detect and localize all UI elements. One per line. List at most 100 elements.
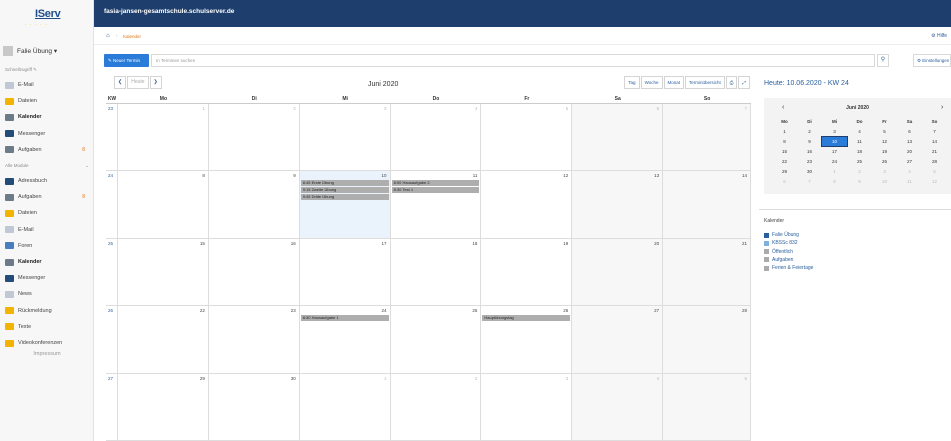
mini-day[interactable]: 30 — [797, 167, 822, 176]
day-cell[interactable]: 8 — [118, 171, 209, 238]
day-cell[interactable]: 12 — [481, 171, 573, 238]
day-cell[interactable]: 17 — [300, 238, 391, 306]
mini-day[interactable]: 4 — [847, 127, 872, 136]
calendar-list-item[interactable]: KBSSc 832 — [764, 240, 798, 246]
day-cell[interactable]: 20 — [572, 238, 664, 306]
day-cell[interactable]: 26 Hauptübungstag — [481, 306, 573, 373]
mini-day[interactable]: 9 — [847, 177, 872, 186]
mini-day[interactable]: 12 — [922, 177, 947, 186]
week-number[interactable]: 24 — [106, 171, 118, 238]
day-cell[interactable]: 14 — [663, 171, 751, 238]
day-cell[interactable]: 28 — [663, 306, 751, 373]
mini-day[interactable]: 16 — [797, 147, 822, 156]
sidebar-item-messenger[interactable]: Messenger — [5, 128, 89, 140]
calendar-list-item[interactable]: Aufgaben — [764, 257, 793, 263]
mini-day[interactable]: 2 — [847, 167, 872, 176]
sidebar-item-r-ckmeldung[interactable]: Rückmeldung — [5, 305, 89, 317]
user-menu[interactable]: Falie Übung ▾ — [3, 44, 91, 58]
next-month-button[interactable]: ❯ — [149, 76, 162, 89]
day-cell[interactable]: 1 — [118, 104, 209, 171]
sidebar-item-news[interactable]: News — [5, 288, 89, 300]
sidebar-item-dateien[interactable]: Dateien — [5, 95, 89, 107]
week-number[interactable]: 26 — [106, 306, 118, 373]
day-cell[interactable]: 13 — [572, 171, 664, 238]
calendar-event[interactable]: 8:45 Erste Übung — [300, 180, 389, 187]
day-cell[interactable]: 2 — [209, 104, 300, 171]
view-button-5[interactable]: ⤢ — [738, 76, 750, 89]
mini-day[interactable]: 6 — [897, 127, 922, 136]
mini-day[interactable]: 20 — [897, 147, 922, 156]
day-cell[interactable]: 29 — [118, 373, 209, 440]
mini-day[interactable]: 17 — [822, 147, 847, 156]
calendar-event[interactable]: Hauptübungstag — [482, 315, 571, 322]
week-number[interactable]: 23 — [106, 104, 118, 171]
mini-day[interactable]: 10 — [872, 177, 897, 186]
day-cell[interactable]: 22 — [118, 306, 209, 373]
mini-day[interactable]: 24 — [822, 157, 847, 166]
sidebar-item-videokonferenzen[interactable]: Videokonferenzen — [5, 337, 89, 349]
sidebar-item-aufgaben[interactable]: Aufgaben 8 — [5, 144, 89, 156]
all-modules-header[interactable]: Alle Module ⌄ — [5, 163, 89, 169]
mini-day[interactable]: 3 — [822, 127, 847, 136]
day-cell[interactable]: 16 — [209, 238, 300, 306]
mini-day[interactable]: 18 — [847, 147, 872, 156]
mini-next-icon[interactable]: › — [941, 104, 943, 111]
prev-month-button[interactable]: ❮ — [114, 76, 127, 89]
mini-day[interactable]: 23 — [797, 157, 822, 166]
mini-day[interactable]: 15 — [772, 147, 797, 156]
day-cell[interactable]: 21 — [663, 238, 751, 306]
mini-day[interactable]: 10 — [821, 136, 848, 147]
mini-day[interactable]: 28 — [922, 157, 947, 166]
sidebar-item-dateien[interactable]: Dateien — [5, 207, 89, 219]
day-cell[interactable]: 2 — [391, 373, 482, 440]
view-button-2[interactable]: Monat — [663, 76, 685, 89]
day-cell[interactable]: 23 — [209, 306, 300, 373]
sidebar-item-e-mail[interactable]: E-Mail — [5, 224, 89, 236]
mini-day[interactable]: 22 — [772, 157, 797, 166]
view-button-4[interactable]: ⎙ — [725, 76, 738, 89]
day-cell[interactable]: 6 — [572, 104, 664, 171]
sidebar-item-kalender[interactable]: Kalender — [5, 111, 89, 123]
mini-day[interactable]: 6 — [772, 177, 797, 186]
mini-day[interactable]: 2 — [797, 127, 822, 136]
search-icon[interactable]: ⚲ — [877, 54, 889, 67]
mini-day[interactable]: 7 — [797, 177, 822, 186]
mini-day[interactable]: 27 — [897, 157, 922, 166]
calendar-list-item[interactable]: Falie Übung — [764, 232, 799, 238]
mini-day[interactable]: 12 — [872, 137, 897, 146]
mini-day[interactable]: 8 — [822, 177, 847, 186]
mini-day[interactable]: 5 — [872, 127, 897, 136]
home-icon[interactable]: ⌂ — [106, 33, 110, 39]
help-link[interactable]: ⚙ Hilfe — [931, 33, 947, 39]
day-cell[interactable]: 18 — [391, 238, 482, 306]
day-cell[interactable]: 1 — [300, 373, 391, 440]
day-cell[interactable]: 3 — [300, 104, 391, 171]
sidebar-item-adressbuch[interactable]: Adressbuch — [5, 175, 89, 187]
calendar-event[interactable]: 9:15 Zweite Übung — [300, 187, 389, 194]
day-cell[interactable]: 25 — [391, 306, 482, 373]
day-cell[interactable]: 7 — [663, 104, 751, 171]
mini-day[interactable]: 25 — [847, 157, 872, 166]
mini-day[interactable]: 7 — [922, 127, 947, 136]
iserv-logo[interactable]: IServ · · · · · — [25, 8, 65, 28]
day-cell[interactable]: 3 — [481, 373, 573, 440]
day-cell[interactable]: 5 — [481, 104, 573, 171]
calendar-event[interactable]: 8:00 Hausaufgabe 2 — [391, 180, 480, 187]
today-button[interactable]: Heute — [127, 76, 149, 89]
sidebar-item-texte[interactable]: Texte — [5, 321, 89, 333]
mini-day[interactable]: 13 — [897, 137, 922, 146]
sidebar-item-foren[interactable]: Foren — [5, 240, 89, 252]
week-number[interactable]: 25 — [106, 238, 118, 306]
calendar-event[interactable]: 8:30 Hausaufgabe 1 — [300, 315, 389, 322]
settings-button[interactable]: ⚙ Einstellungen — [913, 54, 951, 67]
day-cell[interactable]: 15 — [118, 238, 209, 306]
mini-day[interactable]: 21 — [922, 147, 947, 156]
mini-day[interactable]: 1 — [772, 127, 797, 136]
mini-day[interactable]: 5 — [922, 167, 947, 176]
sidebar-item-messenger[interactable]: Messenger — [5, 272, 89, 284]
sidebar-item-e-mail[interactable]: E-Mail — [5, 79, 89, 91]
calendar-event[interactable]: 8:30 Test 1 — [391, 187, 480, 194]
view-button-3[interactable]: Terminübersicht — [685, 76, 725, 89]
sidebar-item-kalender[interactable]: Kalender — [5, 256, 89, 268]
mini-day[interactable]: 29 — [772, 167, 797, 176]
